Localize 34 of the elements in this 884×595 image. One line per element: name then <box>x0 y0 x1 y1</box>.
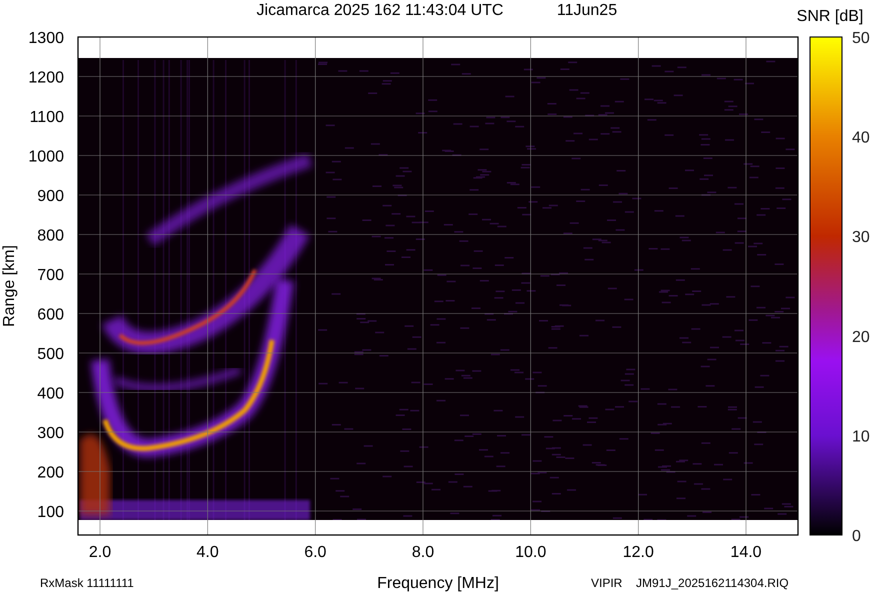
y-tick-label: 400 <box>37 386 64 402</box>
y-tick-label: 600 <box>37 306 64 324</box>
colorbar-tick-label: 10 <box>852 428 870 446</box>
y-tick-label: 700 <box>37 267 64 284</box>
x-tick-label: 8.0 <box>412 544 434 561</box>
date-label: 11Jun25 <box>556 2 618 19</box>
x-axis-label: Frequency [MHz] <box>377 575 499 592</box>
y-tick-label: 200 <box>37 464 64 482</box>
y-tick-label: 800 <box>37 228 64 244</box>
y-tick-label: 300 <box>37 425 64 442</box>
y-tick-label: 900 <box>37 188 64 205</box>
x-tick-label: 14.0 <box>730 544 762 561</box>
colorbar-tick-label: 20 <box>852 328 870 346</box>
colorbar-tick-label: 0 <box>852 528 861 545</box>
x-tick-label: 6.0 <box>304 544 326 561</box>
y-tick-label: 1100 <box>30 109 64 126</box>
chart-title: Jicamarca 2025 162 11:43:04 UTC <box>256 2 504 19</box>
y-tick-label: 1300 <box>28 30 64 47</box>
y-tick-label: 100 <box>37 504 64 521</box>
colorbar-tick-label: 50 <box>852 30 870 47</box>
colorbar-tick-label: 30 <box>852 229 870 246</box>
filename-label: JM91J_2025162114304.RIQ <box>636 576 789 590</box>
y-tick-label: 1000 <box>28 148 64 166</box>
receiver-label: VIPIR <box>591 576 622 590</box>
colorbar-tick-label: 40 <box>852 130 870 147</box>
x-tick-label: 10.0 <box>515 544 546 561</box>
y-axis-label: Range [km] <box>1 245 18 327</box>
colorbar-label: SNR [dB] <box>796 8 864 25</box>
x-tick-label: 2.0 <box>88 544 112 561</box>
rxmask-label: RxMask 11111111 <box>40 576 134 590</box>
y-tick-label: 500 <box>37 346 64 363</box>
x-tick-label: 12.0 <box>622 544 654 561</box>
y-tick-label: 1200 <box>28 70 64 86</box>
x-tick-label: 4.0 <box>196 544 219 561</box>
